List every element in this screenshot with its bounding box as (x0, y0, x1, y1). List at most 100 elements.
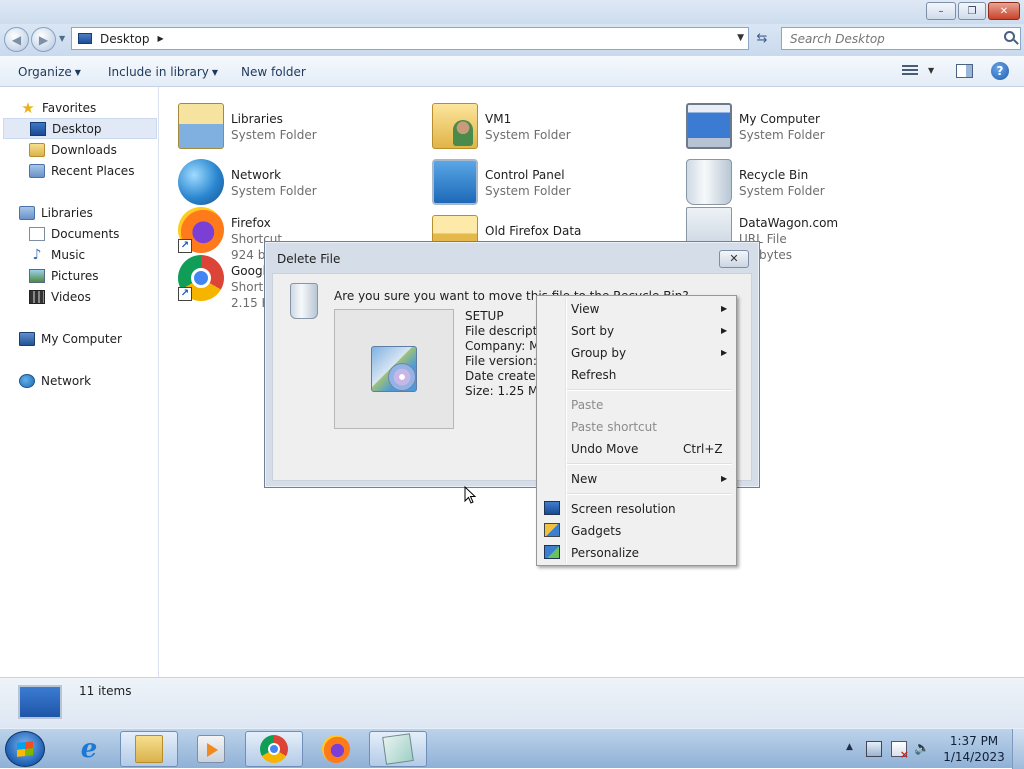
item-name: My Computer (739, 112, 820, 126)
refresh-icon[interactable]: ⇆ (753, 30, 771, 48)
help-icon[interactable]: ? (991, 62, 1009, 80)
menu-separator (567, 493, 732, 495)
recycle-bin-icon (290, 283, 318, 319)
gadgets-icon (544, 523, 560, 537)
taskbar-windows-explorer[interactable] (120, 731, 178, 767)
search-icon[interactable] (1004, 31, 1015, 42)
menu-item-view[interactable]: View ▶ (539, 298, 734, 320)
nav-pictures-label: Pictures (51, 268, 99, 283)
taskbar-internet-explorer[interactable]: e (60, 731, 118, 767)
menu-item-screen-resolution[interactable]: Screen resolution (539, 498, 734, 520)
action-center-flag-icon[interactable] (891, 741, 909, 761)
organize-button[interactable]: Organize ▼ (18, 65, 81, 79)
change-view-icon[interactable] (902, 65, 918, 77)
nav-my-computer[interactable]: My Computer (19, 328, 122, 349)
maximize-button[interactable]: ❐ (958, 2, 986, 20)
menu-item-gadgets[interactable]: Gadgets (539, 520, 734, 542)
menu-item-undo-move[interactable]: Undo Move Ctrl+Z (539, 438, 734, 460)
nav-documents[interactable]: Documents (29, 223, 119, 244)
desktop-icon (18, 685, 62, 719)
taskbar-chrome[interactable] (245, 731, 303, 767)
command-bar: Organize ▼ Include in library ▼ New folder… (0, 56, 1024, 87)
taskbar-notepad[interactable] (369, 731, 427, 767)
show-hidden-icons-button[interactable]: ▲ (846, 742, 853, 752)
screen-resolution-icon (544, 501, 560, 515)
item-type: System Folder (739, 128, 825, 142)
shortcut-arrow-icon: ↗ (178, 287, 192, 301)
dialog-close-button[interactable]: ✕ (719, 250, 749, 268)
nav-desktop[interactable]: Desktop (3, 118, 157, 139)
nav-favorites-label: Favorites (42, 100, 97, 115)
nav-favorites[interactable]: ★ Favorites (20, 97, 96, 118)
nav-my-computer-label: My Computer (41, 331, 122, 346)
item-vm1[interactable]: VM1 System Folder (414, 95, 664, 149)
menu-item-personalize[interactable]: Personalize (539, 542, 734, 564)
nav-libraries[interactable]: Libraries (19, 202, 93, 223)
pictures-icon (29, 268, 45, 283)
nav-downloads[interactable]: Downloads (29, 139, 117, 160)
volume-icon[interactable]: 🔈 (914, 741, 930, 757)
menu-item-paste[interactable]: Paste (539, 394, 734, 416)
computer-icon (19, 331, 35, 346)
menu-label: Refresh (571, 368, 617, 382)
close-button[interactable]: ✕ (988, 2, 1020, 20)
item-libraries[interactable]: Libraries System Folder (160, 95, 410, 149)
include-in-library-button[interactable]: Include in library ▼ (108, 65, 218, 79)
nav-downloads-label: Downloads (51, 142, 117, 157)
clock[interactable]: 1:37 PM 1/14/2023 (940, 733, 1008, 765)
view-options-dropdown[interactable]: ▼ (928, 66, 934, 75)
item-type: System Folder (485, 184, 571, 198)
preview-pane-icon[interactable] (956, 64, 973, 78)
new-folder-button[interactable]: New folder (241, 65, 306, 79)
item-name: VM1 (485, 112, 512, 126)
item-size: bytes (759, 248, 793, 262)
menu-item-new[interactable]: New ▶ (539, 468, 734, 490)
nav-music[interactable]: ♪ Music (29, 244, 86, 265)
menu-label: Paste shortcut (571, 420, 657, 434)
setup-installer-icon (371, 346, 417, 392)
nav-pictures[interactable]: Pictures (29, 265, 99, 286)
taskbar-firefox[interactable] (307, 731, 365, 767)
back-button[interactable]: ◀ (4, 27, 29, 52)
menu-label: Personalize (571, 546, 640, 560)
item-recycle-bin[interactable]: Recycle Bin System Folder (668, 151, 918, 205)
search-box[interactable] (781, 27, 1021, 50)
nav-videos-label: Videos (51, 289, 91, 304)
network-tray-icon[interactable] (866, 741, 882, 757)
taskbar-media-player[interactable] (182, 731, 240, 767)
address-dropdown-icon[interactable]: ▼ (737, 33, 744, 43)
recent-pages-dropdown[interactable]: ▼ (59, 34, 65, 43)
forward-button[interactable]: ▶ (31, 27, 56, 52)
chrome-icon: ↗ (178, 255, 224, 301)
nav-recent-places[interactable]: Recent Places (29, 160, 134, 181)
menu-label: Sort by (571, 324, 615, 338)
file-preview (334, 309, 454, 429)
minimize-button[interactable]: – (926, 2, 956, 20)
menu-item-paste-shortcut[interactable]: Paste shortcut (539, 416, 734, 438)
chevron-down-icon: ▼ (74, 68, 81, 77)
desktop-icon (78, 33, 92, 44)
item-name: Googl (231, 264, 266, 278)
nav-libraries-label: Libraries (41, 205, 93, 220)
item-control-panel[interactable]: Control Panel System Folder (414, 151, 664, 205)
nav-videos[interactable]: Videos (29, 286, 91, 307)
nav-network[interactable]: Network (19, 370, 91, 391)
address-field[interactable]: Desktop ▶ ▼ (71, 27, 749, 50)
chevron-right-icon[interactable]: ▶ (158, 34, 164, 43)
firefox-icon (322, 735, 350, 763)
menu-separator (567, 389, 732, 391)
submenu-arrow-icon: ▶ (721, 304, 728, 313)
item-my-computer[interactable]: My Computer System Folder (668, 95, 918, 149)
breadcrumb-desktop[interactable]: Desktop (100, 32, 150, 46)
menu-item-refresh[interactable]: Refresh (539, 364, 734, 386)
item-network[interactable]: Network System Folder (160, 151, 410, 205)
menu-item-sort-by[interactable]: Sort by ▶ (539, 320, 734, 342)
submenu-arrow-icon: ▶ (721, 474, 728, 483)
start-button[interactable] (5, 731, 45, 767)
menu-label: Screen resolution (571, 502, 676, 516)
downloads-folder-icon (29, 142, 45, 157)
search-input[interactable] (788, 30, 998, 47)
menu-item-group-by[interactable]: Group by ▶ (539, 342, 734, 364)
item-name: DataWagon.com (739, 216, 839, 230)
show-desktop-button[interactable] (1012, 729, 1024, 769)
